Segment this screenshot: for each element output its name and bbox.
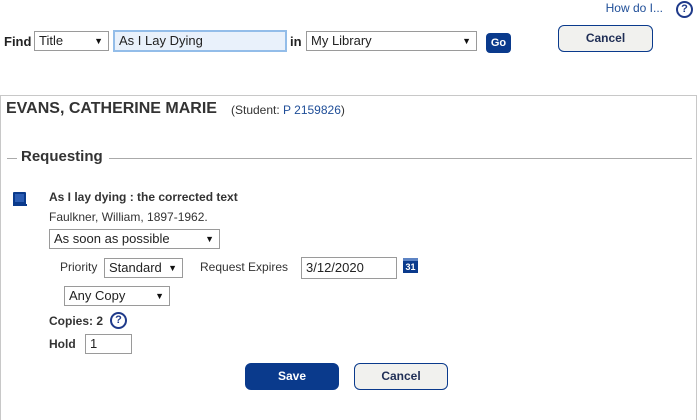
item-author: Faulkner, William, 1897-1962.	[49, 210, 208, 224]
priority-value: Standard	[109, 260, 162, 275]
cancel-button[interactable]: Cancel	[354, 363, 448, 390]
find-label: Find	[4, 34, 32, 49]
timing-select[interactable]: As soon as possible ▼	[49, 229, 220, 249]
search-field-value: Title	[39, 33, 64, 48]
priority-select[interactable]: Standard ▼	[104, 258, 183, 278]
library-select[interactable]: My Library ▼	[306, 31, 477, 51]
hold-input[interactable]: 1	[85, 334, 132, 354]
go-button[interactable]: Go	[486, 33, 511, 53]
chevron-down-icon: ▼	[168, 263, 177, 273]
section-divider-right	[109, 158, 692, 159]
chevron-down-icon: ▼	[205, 234, 214, 244]
student-suffix: )	[340, 103, 345, 117]
copy-select[interactable]: Any Copy ▼	[64, 286, 170, 306]
student-prefix: (Student:	[231, 103, 284, 117]
hold-label: Hold	[49, 337, 76, 351]
search-field-select[interactable]: Title ▼	[34, 31, 109, 51]
patron-student-info: (Student: P 2159826)	[231, 103, 345, 117]
timing-value: As soon as possible	[54, 231, 170, 246]
request-expires-input[interactable]: 3/12/2020	[301, 257, 397, 279]
save-button[interactable]: Save	[245, 363, 339, 390]
copies-help-icon[interactable]: ?	[110, 312, 127, 329]
library-value: My Library	[311, 33, 372, 48]
help-icon[interactable]: ?	[676, 1, 693, 18]
in-label: in	[290, 34, 302, 49]
copies-label: Copies: 2	[49, 314, 104, 328]
section-divider-left	[7, 158, 17, 159]
copy-value: Any Copy	[69, 288, 126, 303]
top-cancel-button[interactable]: Cancel	[558, 25, 653, 52]
search-input[interactable]: As I Lay Dying	[113, 30, 287, 52]
priority-label: Priority	[60, 260, 98, 274]
request-expires-label: Request Expires	[200, 260, 289, 274]
chevron-down-icon: ▼	[155, 291, 164, 301]
student-id[interactable]: P 2159826	[283, 103, 341, 117]
how-do-i-link[interactable]: How do I...	[606, 1, 663, 15]
book-icon	[13, 192, 27, 206]
patron-name: EVANS, CATHERINE MARIE	[6, 100, 217, 117]
calendar-icon[interactable]: 31	[403, 258, 418, 273]
chevron-down-icon: ▼	[462, 36, 471, 46]
chevron-down-icon: ▼	[94, 36, 103, 46]
item-title: As I lay dying : the corrected text	[49, 190, 238, 204]
requesting-heading: Requesting	[21, 148, 103, 165]
